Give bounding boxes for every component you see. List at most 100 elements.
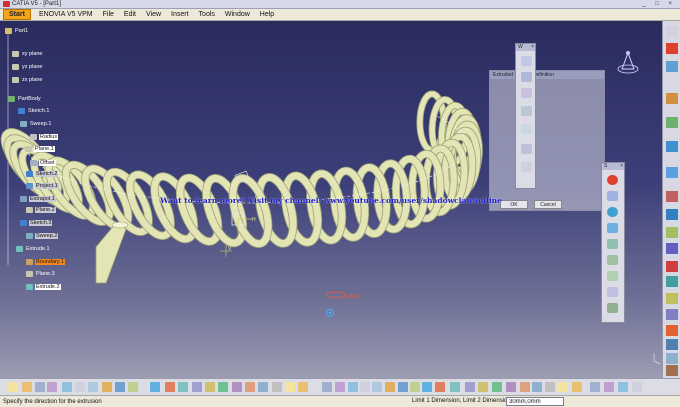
bottom-toolbar-icon[interactable] (506, 382, 516, 392)
close-icon[interactable]: × (620, 163, 623, 169)
projection-icon[interactable] (521, 106, 532, 116)
sphere-icon[interactable] (607, 207, 618, 217)
3d-viewport[interactable]: Part1 xy plane yz plane zx plane PartBody Ske… (0, 21, 662, 378)
right-toolbar-icon[interactable] (666, 141, 678, 152)
bottom-toolbar-icon[interactable] (435, 382, 445, 392)
cylinder-icon[interactable] (607, 223, 618, 233)
tree-item[interactable]: Sweep.1 (20, 121, 52, 127)
bottom-toolbar-icon[interactable] (128, 382, 138, 392)
bottom-toolbar-icon[interactable] (35, 382, 45, 392)
line-icon[interactable] (521, 72, 532, 82)
tree-item[interactable]: xy plane (12, 51, 44, 57)
bottom-toolbar-icon[interactable] (545, 382, 555, 392)
dimension-input[interactable] (506, 397, 564, 406)
right-toolbar-icon[interactable] (666, 117, 678, 128)
bottom-toolbar-icon[interactable] (322, 382, 332, 392)
tree-item[interactable]: Plane.2 (26, 207, 56, 213)
limit-1-label[interactable]: Limit 1 (345, 294, 360, 300)
right-toolbar-icon[interactable] (666, 293, 678, 304)
bottom-toolbar-icon[interactable] (298, 382, 308, 392)
plane-tool-icon[interactable] (521, 88, 532, 98)
right-toolbar-icon[interactable] (666, 167, 678, 178)
bottom-toolbar-icon[interactable] (558, 382, 568, 392)
menu-view[interactable]: View (146, 11, 161, 18)
tree-item[interactable]: PartBody (8, 96, 42, 102)
bottom-toolbar-icon[interactable] (22, 382, 32, 392)
bottom-toolbar-icon[interactable] (205, 382, 215, 392)
menu-window[interactable]: Window (225, 11, 250, 18)
tree-item[interactable]: Boundary.1 (26, 259, 65, 265)
wireframe-toolbar[interactable]: W × (515, 43, 536, 189)
right-toolbar-icon[interactable] (666, 365, 678, 376)
bottom-toolbar-icon[interactable] (465, 382, 475, 392)
surfaces-toolbar[interactable]: S × (601, 162, 625, 323)
helix-icon[interactable] (521, 162, 532, 172)
bottom-toolbar-icon[interactable] (590, 382, 600, 392)
bottom-toolbar-icon[interactable] (218, 382, 228, 392)
bottom-toolbar-icon[interactable] (8, 382, 18, 392)
circle-icon[interactable] (521, 124, 532, 134)
bottom-toolbar-icon[interactable] (385, 382, 395, 392)
bottom-toolbar-icon[interactable] (632, 382, 642, 392)
spline-icon[interactable] (521, 144, 532, 154)
bottom-toolbar-icon[interactable] (398, 382, 408, 392)
right-toolbar-icon[interactable] (666, 309, 678, 320)
bottom-toolbar-icon[interactable] (478, 382, 488, 392)
bottom-toolbar-icon[interactable] (532, 382, 542, 392)
right-toolbar-icon[interactable] (666, 243, 678, 254)
bottom-toolbar-icon[interactable] (47, 382, 57, 392)
tree-item[interactable]: Extrude.2 (26, 284, 61, 290)
bottom-toolbar-icon[interactable] (285, 382, 295, 392)
menu-insert[interactable]: Insert (171, 11, 189, 18)
close-icon[interactable]: × (531, 44, 534, 50)
tree-item[interactable]: Part1 (5, 28, 29, 34)
bottom-toolbar-icon[interactable] (272, 382, 282, 392)
bottom-toolbar-icon[interactable] (245, 382, 255, 392)
tree-item[interactable]: Sweep.2 (26, 233, 59, 239)
bottom-toolbar-icon[interactable] (372, 382, 382, 392)
bottom-toolbar-icon[interactable] (450, 382, 460, 392)
right-toolbar-icon[interactable] (666, 93, 678, 104)
bottom-toolbar-icon[interactable] (115, 382, 125, 392)
multi-section-icon[interactable] (607, 287, 618, 297)
bottom-toolbar-icon[interactable] (492, 382, 502, 392)
bottom-toolbar-icon[interactable] (88, 382, 98, 392)
tree-item[interactable]: Sketch.2 (26, 171, 59, 177)
bottom-toolbar-icon[interactable] (192, 382, 202, 392)
right-toolbar-icon[interactable] (666, 209, 678, 220)
right-toolbar-icon[interactable] (666, 339, 678, 350)
tree-item[interactable]: Radius (30, 134, 59, 140)
right-toolbar-icon[interactable] (666, 227, 678, 238)
bottom-toolbar-icon[interactable] (410, 382, 420, 392)
bottom-toolbar-icon[interactable] (165, 382, 175, 392)
tree-item[interactable]: zx plane (12, 77, 44, 83)
bottom-toolbar-icon[interactable] (75, 382, 85, 392)
right-toolbar-icon[interactable] (666, 191, 678, 202)
bottom-toolbar-icon[interactable] (572, 382, 582, 392)
right-toolbar-icon[interactable] (666, 43, 678, 54)
bottom-toolbar-icon[interactable] (150, 382, 160, 392)
menu-tools[interactable]: Tools (199, 11, 215, 18)
bottom-toolbar-icon[interactable] (618, 382, 628, 392)
right-toolbar-icon[interactable] (666, 61, 678, 72)
fill-icon[interactable] (607, 271, 618, 281)
bottom-toolbar-icon[interactable] (232, 382, 242, 392)
bottom-toolbar-icon[interactable] (520, 382, 530, 392)
right-toolbar-icon[interactable] (666, 261, 678, 272)
tree-item[interactable]: Offset (30, 160, 56, 166)
tree-item[interactable]: Extrude.1 (16, 246, 51, 252)
right-toolbar-icon[interactable] (666, 325, 678, 336)
bottom-toolbar-icon[interactable] (335, 382, 345, 392)
tree-item[interactable]: yz plane (12, 64, 44, 70)
bottom-toolbar-icon[interactable] (348, 382, 358, 392)
window-controls[interactable]: _ □ × (642, 1, 676, 7)
start-menu-button[interactable]: Start (3, 9, 31, 20)
bottom-toolbar-icon[interactable] (102, 382, 112, 392)
tree-item[interactable]: Sketch.1 (18, 108, 50, 114)
menu-help[interactable]: Help (260, 11, 274, 18)
bottom-toolbar-icon[interactable] (258, 382, 268, 392)
bottom-toolbar-icon[interactable] (604, 382, 614, 392)
bottom-toolbar-icon[interactable] (422, 382, 432, 392)
point-icon[interactable] (521, 56, 532, 66)
tree-item[interactable]: Project.1 (26, 183, 59, 189)
